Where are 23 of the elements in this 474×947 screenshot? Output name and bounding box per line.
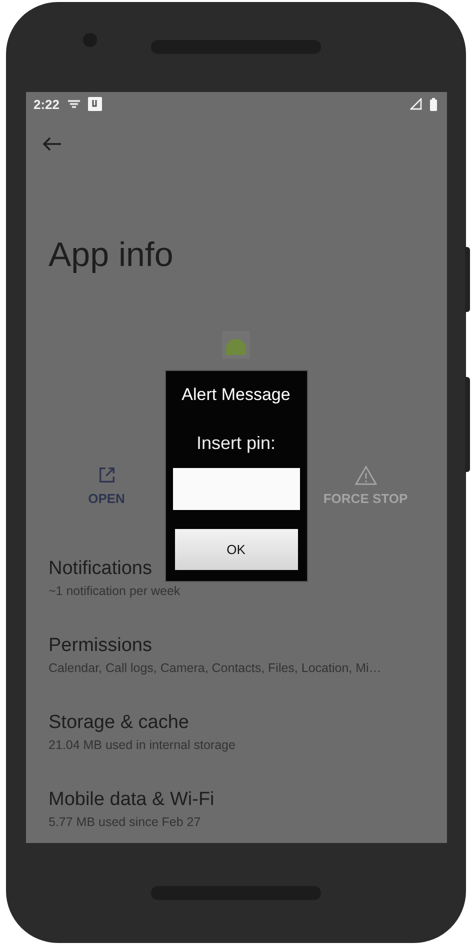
setting-summary: ~1 notification per week bbox=[48, 584, 180, 598]
open-button[interactable]: OPEN bbox=[42, 465, 172, 506]
android-app-icon bbox=[222, 331, 250, 359]
signal-icon bbox=[410, 98, 422, 110]
notification-icon bbox=[68, 100, 80, 108]
setting-summary: Calendar, Call logs, Camera, Contacts, Files, Location, Mi… bbox=[48, 661, 382, 675]
dialog-message: Insert pin: bbox=[196, 433, 276, 454]
battery-icon bbox=[430, 98, 436, 110]
setting-title[interactable]: Storage & cache bbox=[48, 712, 189, 734]
pin-input-field[interactable] bbox=[172, 468, 300, 510]
ok-button[interactable]: OK bbox=[174, 529, 298, 570]
setting-summary: 5.77 MB used since Feb 27 bbox=[48, 815, 201, 829]
setting-title[interactable]: Notifications bbox=[48, 558, 152, 580]
setting-title[interactable]: Mobile data & Wi-Fi bbox=[48, 789, 214, 811]
warning-icon bbox=[354, 465, 376, 485]
status-time: 2:22 bbox=[34, 96, 60, 112]
app-notification-icon bbox=[88, 97, 102, 111]
page-title: App info bbox=[48, 236, 174, 275]
open-external-icon bbox=[96, 465, 116, 485]
dialog-title: Alert Message bbox=[182, 385, 290, 405]
setting-summary: 21.04 MB used in internal storage bbox=[48, 738, 236, 752]
back-arrow-icon[interactable] bbox=[42, 136, 62, 152]
setting-title[interactable]: Permissions bbox=[48, 635, 152, 657]
